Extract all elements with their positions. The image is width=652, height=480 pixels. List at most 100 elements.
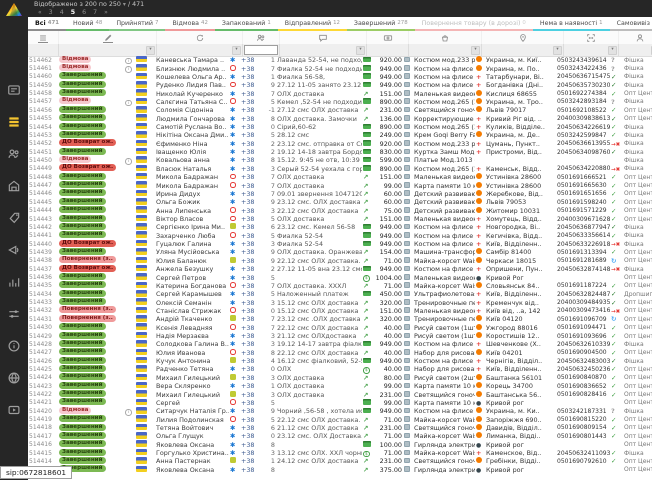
column-header-scan[interactable] [564, 31, 619, 44]
phone-link[interactable]: +38 [240, 299, 264, 307]
chat-asterisk-icon[interactable]: ✱ [230, 123, 235, 131]
chat-asterisk-icon[interactable]: ✱ [230, 441, 235, 449]
sidebar-item-warehouse[interactable] [0, 170, 28, 202]
ring-chat-icon[interactable] [230, 282, 236, 288]
phone-link[interactable]: +38 [240, 332, 264, 340]
phone-link[interactable]: +38 [240, 432, 264, 440]
sidebar-item-clients[interactable] [0, 138, 28, 170]
chat-asterisk-icon[interactable]: ✱ [230, 265, 235, 273]
phone-link[interactable]: +38 [240, 290, 264, 298]
tab-vidmova[interactable]: Відмова42 [165, 17, 214, 31]
column-filter[interactable]: ▾ [280, 44, 367, 56]
phone-link[interactable]: +38 [240, 198, 264, 206]
ring-chat-icon[interactable] [230, 232, 236, 238]
ring-chat-icon[interactable] [230, 399, 236, 405]
sidebar-item-stats[interactable] [0, 266, 28, 298]
phone-link[interactable]: +38 [240, 399, 264, 407]
phone-link[interactable]: +38 [240, 424, 264, 432]
olx-chat-icon[interactable] [230, 457, 236, 463]
filter-dropdown-icon[interactable]: ▾ [146, 46, 155, 55]
chat-asterisk-icon[interactable]: ✱ [230, 73, 235, 81]
tab-pryiniatyi[interactable]: Прийнятий7 [109, 17, 165, 31]
tab-novyi[interactable]: Новий48 [66, 17, 109, 31]
column-filter[interactable]: ▾ [59, 44, 157, 56]
filter-dropdown-icon[interactable]: ▾ [608, 46, 617, 55]
phone-link[interactable]: +38 [240, 165, 264, 173]
phone-link[interactable]: +38 [240, 257, 264, 265]
pagination-page-3[interactable]: 3 [49, 9, 53, 16]
chat-asterisk-icon[interactable]: ✱ [230, 449, 235, 457]
column-filter[interactable]: ▾ [409, 44, 482, 56]
chat-asterisk-icon[interactable]: ✱ [230, 274, 235, 282]
tab-povernennia-tovaru[interactable]: Повернення товару (в дорозі)0 [415, 17, 533, 31]
sidebar-item-orders[interactable] [0, 106, 28, 138]
sidebar-item-dashboard[interactable] [0, 74, 28, 106]
pagination-page-5[interactable]: 5 [71, 9, 75, 16]
chat-asterisk-icon[interactable]: ✱ [230, 466, 235, 474]
phone-link[interactable]: +38 [240, 106, 264, 114]
phone-link[interactable]: +38 [240, 382, 264, 390]
ring-chat-icon[interactable] [230, 98, 236, 104]
chat-asterisk-icon[interactable]: ✱ [230, 165, 235, 173]
column-filter[interactable] [243, 44, 280, 56]
chat-asterisk-icon[interactable]: ✱ [230, 198, 235, 206]
column-filter[interactable] [367, 44, 409, 56]
column-header-sync[interactable] [157, 31, 243, 44]
phone-link[interactable]: +38 [240, 365, 264, 373]
chat-asterisk-icon[interactable]: ✱ [230, 299, 235, 307]
phone-link[interactable]: +38 [240, 357, 264, 365]
ring-chat-icon[interactable] [230, 207, 236, 213]
ring-chat-icon[interactable] [230, 324, 236, 330]
info-icon[interactable]: i [125, 409, 132, 416]
sidebar-item-settings[interactable] [0, 298, 28, 330]
olx-chat-icon[interactable] [230, 391, 236, 397]
phone-link[interactable]: +38 [240, 240, 264, 248]
phone-link[interactable]: +38 [240, 56, 264, 64]
phone-link[interactable]: +38 [240, 315, 264, 323]
chat-asterisk-icon[interactable]: ✱ [230, 240, 235, 248]
column-filter[interactable]: ▾ [619, 44, 652, 56]
filter-dropdown-icon[interactable]: ▾ [471, 46, 480, 55]
ring-chat-icon[interactable] [230, 182, 236, 188]
column-header-list[interactable] [28, 31, 59, 44]
chat-asterisk-icon[interactable]: ✱ [230, 106, 235, 114]
column-header-chat[interactable] [280, 31, 367, 44]
phone-link[interactable]: +38 [240, 73, 264, 81]
phone-link[interactable]: +38 [240, 123, 264, 131]
phone-link[interactable]: +38 [240, 374, 264, 382]
tab-vidpravlenyi[interactable]: Відправлений12 [278, 17, 347, 31]
phone-link[interactable]: +38 [240, 140, 264, 148]
phone-link[interactable]: +38 [240, 324, 264, 332]
phone-link[interactable]: +38 [240, 307, 264, 315]
sidebar-item-info[interactable] [0, 330, 28, 362]
tab-nema-v-naiavnosti[interactable]: Нема в наявності1 [533, 17, 610, 31]
phone-link[interactable]: +38 [240, 274, 264, 282]
info-icon[interactable]: i [125, 100, 132, 107]
phone-link[interactable]: +38 [240, 182, 264, 190]
ring-chat-icon[interactable] [230, 174, 236, 180]
ring-chat-icon[interactable] [230, 65, 236, 71]
column-header-edit[interactable] [59, 31, 157, 44]
chat-asterisk-icon[interactable]: ✱ [230, 140, 235, 148]
column-header-people[interactable] [243, 31, 280, 44]
column-filter[interactable]: ▾ [564, 44, 619, 56]
chat-asterisk-icon[interactable]: ✱ [230, 290, 235, 298]
chat-asterisk-icon[interactable]: ✱ [230, 156, 235, 164]
chat-asterisk-icon[interactable]: ✱ [230, 382, 235, 390]
ring-chat-icon[interactable] [230, 216, 236, 222]
olx-chat-icon[interactable] [230, 223, 236, 229]
phone-filter-input[interactable] [244, 45, 278, 55]
chat-asterisk-icon[interactable]: ✱ [230, 90, 235, 98]
sidebar-item-purchases[interactable] [0, 202, 28, 234]
column-header-person[interactable] [619, 31, 652, 44]
phone-link[interactable]: +38 [240, 449, 264, 457]
chat-asterisk-icon[interactable]: ✱ [230, 56, 235, 64]
pagination-last-icon[interactable]: » [104, 9, 108, 16]
phone-link[interactable]: +38 [240, 349, 264, 357]
chat-asterisk-icon[interactable]: ✱ [230, 148, 235, 156]
column-header-pin[interactable] [482, 31, 564, 44]
phone-link[interactable]: +38 [240, 148, 264, 156]
tab-vsi[interactable]: Всі471 [28, 17, 66, 31]
chat-asterisk-icon[interactable]: ✱ [230, 131, 235, 139]
phone-link[interactable]: +38 [240, 232, 264, 240]
